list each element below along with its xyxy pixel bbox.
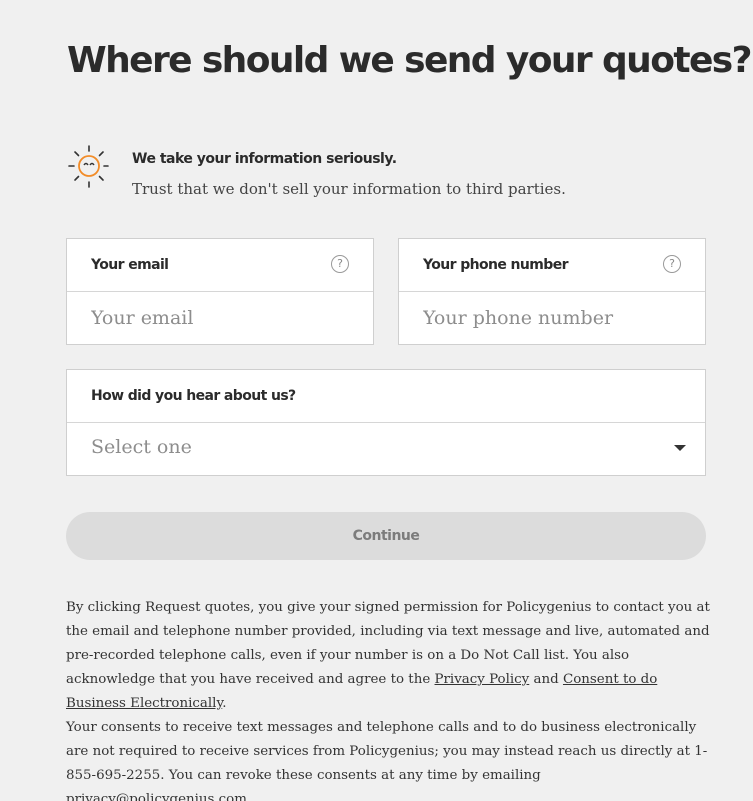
referral-label-row: How did you hear about us? [67, 370, 705, 423]
continue-button[interactable]: Continue [66, 512, 706, 560]
email-label-row: Your email ? [67, 239, 373, 292]
email-help-icon[interactable]: ? [331, 255, 349, 273]
trust-notice: We take your information seriously. Trus… [67, 144, 707, 204]
legal-consent-text: By clicking Request quotes, you give you… [66, 596, 711, 716]
email-input[interactable] [67, 292, 373, 344]
trust-subtext: Trust that we don't sell your informatio… [132, 180, 566, 198]
referral-field-group: How did you hear about us? Select one [66, 369, 706, 476]
privacy-policy-link[interactable]: Privacy Policy [435, 672, 530, 687]
legal-period: . [222, 696, 227, 711]
referral-select[interactable]: Select one [67, 423, 705, 475]
page-title: Where should we send your quotes? [67, 40, 752, 81]
email-label: Your email [91, 257, 169, 273]
phone-input[interactable] [399, 292, 705, 344]
phone-field-group: Your phone number ? [398, 238, 706, 345]
phone-label: Your phone number [423, 257, 569, 273]
phone-help-icon[interactable]: ? [663, 255, 681, 273]
sun-lock-icon [68, 145, 109, 188]
legal-revoke-text: Your consents to receive text messages a… [66, 720, 708, 801]
caret-down-icon [674, 445, 686, 451]
referral-label: How did you hear about us? [91, 388, 296, 404]
legal-and-text: and [533, 672, 559, 687]
trust-heading: We take your information seriously. [132, 151, 397, 167]
email-field-group: Your email ? [66, 238, 374, 345]
referral-selected-value: Select one [91, 436, 192, 458]
phone-label-row: Your phone number ? [399, 239, 705, 292]
